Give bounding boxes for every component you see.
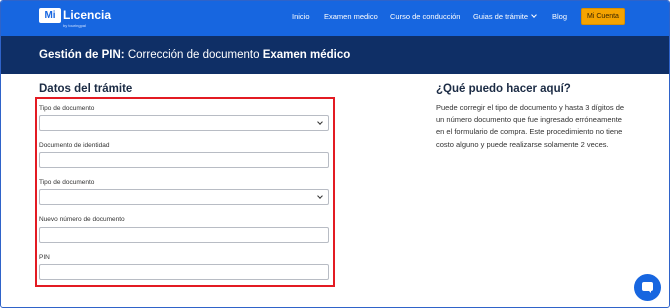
logo-mark: Mi [39,8,61,23]
nav-guias-tramite[interactable]: Guias de trámite [473,12,537,22]
new-doc-number-label: Nuevo número de documento [39,216,125,223]
chevron-down-icon [317,119,323,125]
pin-label: PIN [39,254,50,261]
doc-type-select[interactable] [39,115,329,131]
help-title: ¿Qué puedo hacer aquí? [436,83,571,95]
title-suffix: Examen médico [262,49,351,61]
new-doc-type-label: Tipo de documento [39,179,95,186]
logo-subtitle: by touringpal [63,23,86,28]
page-banner: Gestión de PIN: Corrección de documento … [1,36,669,74]
chevron-down-icon [531,12,537,18]
pin-input[interactable] [39,264,329,280]
my-account-button[interactable]: Mi Cuenta [581,8,625,25]
page-title: Gestión de PIN: Corrección de documento … [39,48,350,62]
doc-type-label: Tipo de documento [39,105,95,112]
nav-inicio[interactable]: Inicio [292,12,310,22]
top-navbar: Mi Licencia by touringpal Inicio Examen … [1,1,669,36]
form-section-title: Datos del trámite [39,83,133,95]
page: Mi Licencia by touringpal Inicio Examen … [0,0,670,308]
help-text: Puede corregir el tipo de documento y ha… [436,103,625,149]
id-document-input[interactable] [39,152,329,168]
title-middle: Corrección de documento [127,49,260,61]
new-doc-number-input[interactable] [39,227,329,243]
nav-curso-conduccion[interactable]: Curso de conducción [390,12,460,22]
nav-guias-label: Guias de trámite [473,12,529,21]
logo-text: Licencia [63,8,112,22]
new-doc-type-select[interactable] [39,189,329,205]
chat-button[interactable] [634,274,661,301]
id-document-label: Documento de identidad [39,142,110,149]
nav-blog[interactable]: Blog [552,12,567,22]
logo[interactable]: Mi Licencia by touringpal [39,8,111,28]
chat-icon-tail [648,290,651,293]
title-prefix: Gestión de PIN: [39,49,125,61]
nav-examen-medico[interactable]: Examen medico [324,12,378,22]
chevron-down-icon [317,193,323,199]
